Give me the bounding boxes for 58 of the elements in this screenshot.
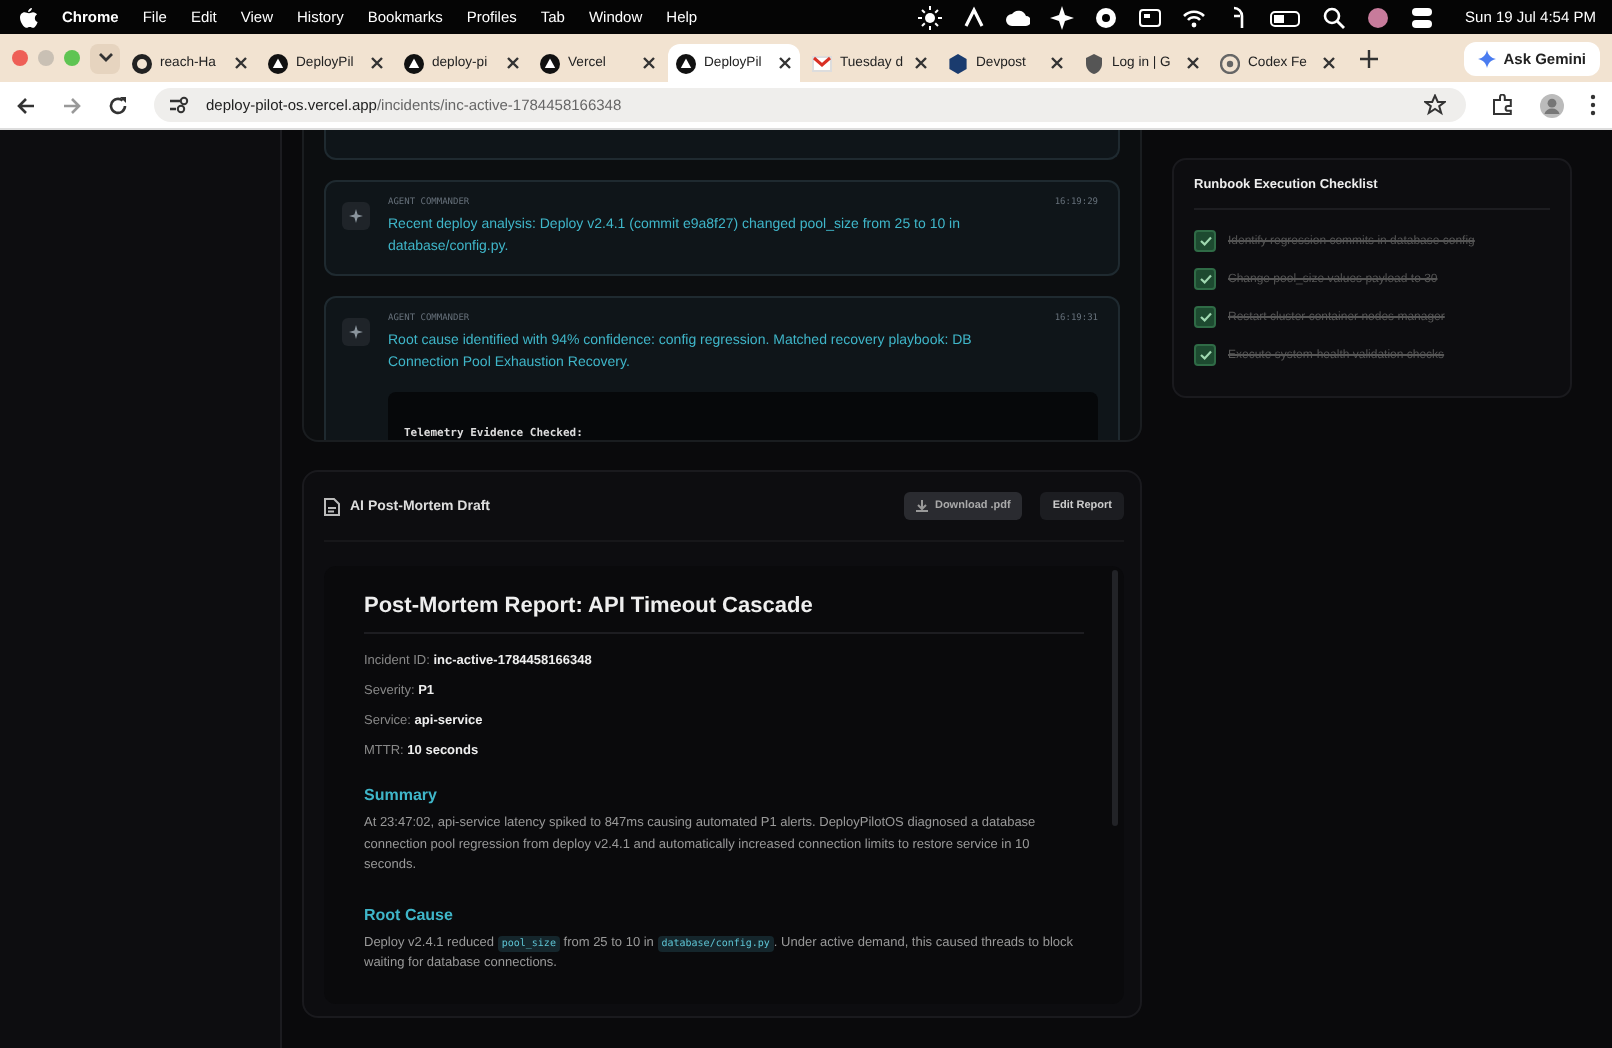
sparkle-icon: [342, 202, 370, 230]
sparkle-icon: [1477, 49, 1496, 67]
back-arrow-icon[interactable]: [16, 95, 36, 115]
avatar-icon[interactable]: [1540, 93, 1564, 117]
chevron-down-icon: [97, 52, 113, 64]
plus-icon[interactable]: [1360, 49, 1378, 67]
circle-logo-icon: [132, 53, 152, 73]
triangle-logo-icon: [404, 53, 424, 73]
check-icon: [1199, 274, 1211, 284]
close-icon[interactable]: [642, 56, 656, 70]
triangle-logo-icon: [268, 53, 288, 73]
close-icon[interactable]: [778, 56, 792, 70]
report-title: Post-Mortem Report: API Timeout Cascade: [364, 594, 1084, 634]
window-icon[interactable]: [1137, 5, 1162, 29]
cloud-icon[interactable]: [1005, 5, 1030, 29]
check-icon: [1199, 312, 1211, 322]
checkbox[interactable]: [1194, 230, 1216, 252]
hexagon-icon: [948, 53, 968, 73]
check-icon: [1199, 350, 1211, 360]
check-icon: [1199, 236, 1211, 246]
download-icon: [916, 500, 929, 512]
more-menu-icon[interactable]: [1590, 94, 1596, 116]
shield-icon: [1084, 53, 1104, 73]
tab-search-button[interactable]: [90, 43, 120, 73]
checkbox[interactable]: [1194, 268, 1216, 290]
triangle-logo-icon: [540, 53, 560, 73]
close-light-icon[interactable]: [12, 50, 28, 66]
ring-icon: [1220, 53, 1240, 73]
puzzle-icon[interactable]: [1492, 94, 1514, 116]
battery-icon[interactable]: [1269, 5, 1302, 29]
document-icon: [324, 497, 340, 515]
checkbox[interactable]: [1194, 306, 1216, 328]
search-icon[interactable]: [1321, 5, 1346, 29]
circle-icon[interactable]: [1093, 5, 1118, 29]
brightness-icon[interactable]: [917, 5, 942, 29]
reload-icon[interactable]: [108, 95, 128, 115]
close-icon[interactable]: [1186, 56, 1200, 70]
chevron-icon[interactable]: [961, 5, 986, 29]
section-heading: Root Cause: [364, 905, 455, 923]
envelope-icon: [812, 53, 832, 73]
close-icon[interactable]: [914, 56, 928, 70]
close-icon[interactable]: [1322, 56, 1336, 70]
sparkle-icon[interactable]: [1049, 5, 1074, 29]
close-icon[interactable]: [506, 56, 520, 70]
checkbox[interactable]: [1194, 344, 1216, 366]
control-center-icon[interactable]: [1409, 5, 1434, 29]
star-icon[interactable]: [1424, 94, 1446, 116]
triangle-logo-icon: [676, 53, 696, 73]
section-heading: Summary: [364, 786, 439, 804]
sparkle-icon: [342, 318, 370, 346]
wifi-icon[interactable]: [1181, 5, 1206, 29]
apple-icon[interactable]: [20, 7, 38, 27]
profile-icon[interactable]: [1365, 5, 1390, 29]
forward-arrow-icon[interactable]: [62, 95, 82, 115]
close-icon[interactable]: [234, 56, 248, 70]
close-icon[interactable]: [1050, 56, 1064, 70]
site-settings-icon[interactable]: [170, 96, 190, 114]
close-icon[interactable]: [370, 56, 384, 70]
